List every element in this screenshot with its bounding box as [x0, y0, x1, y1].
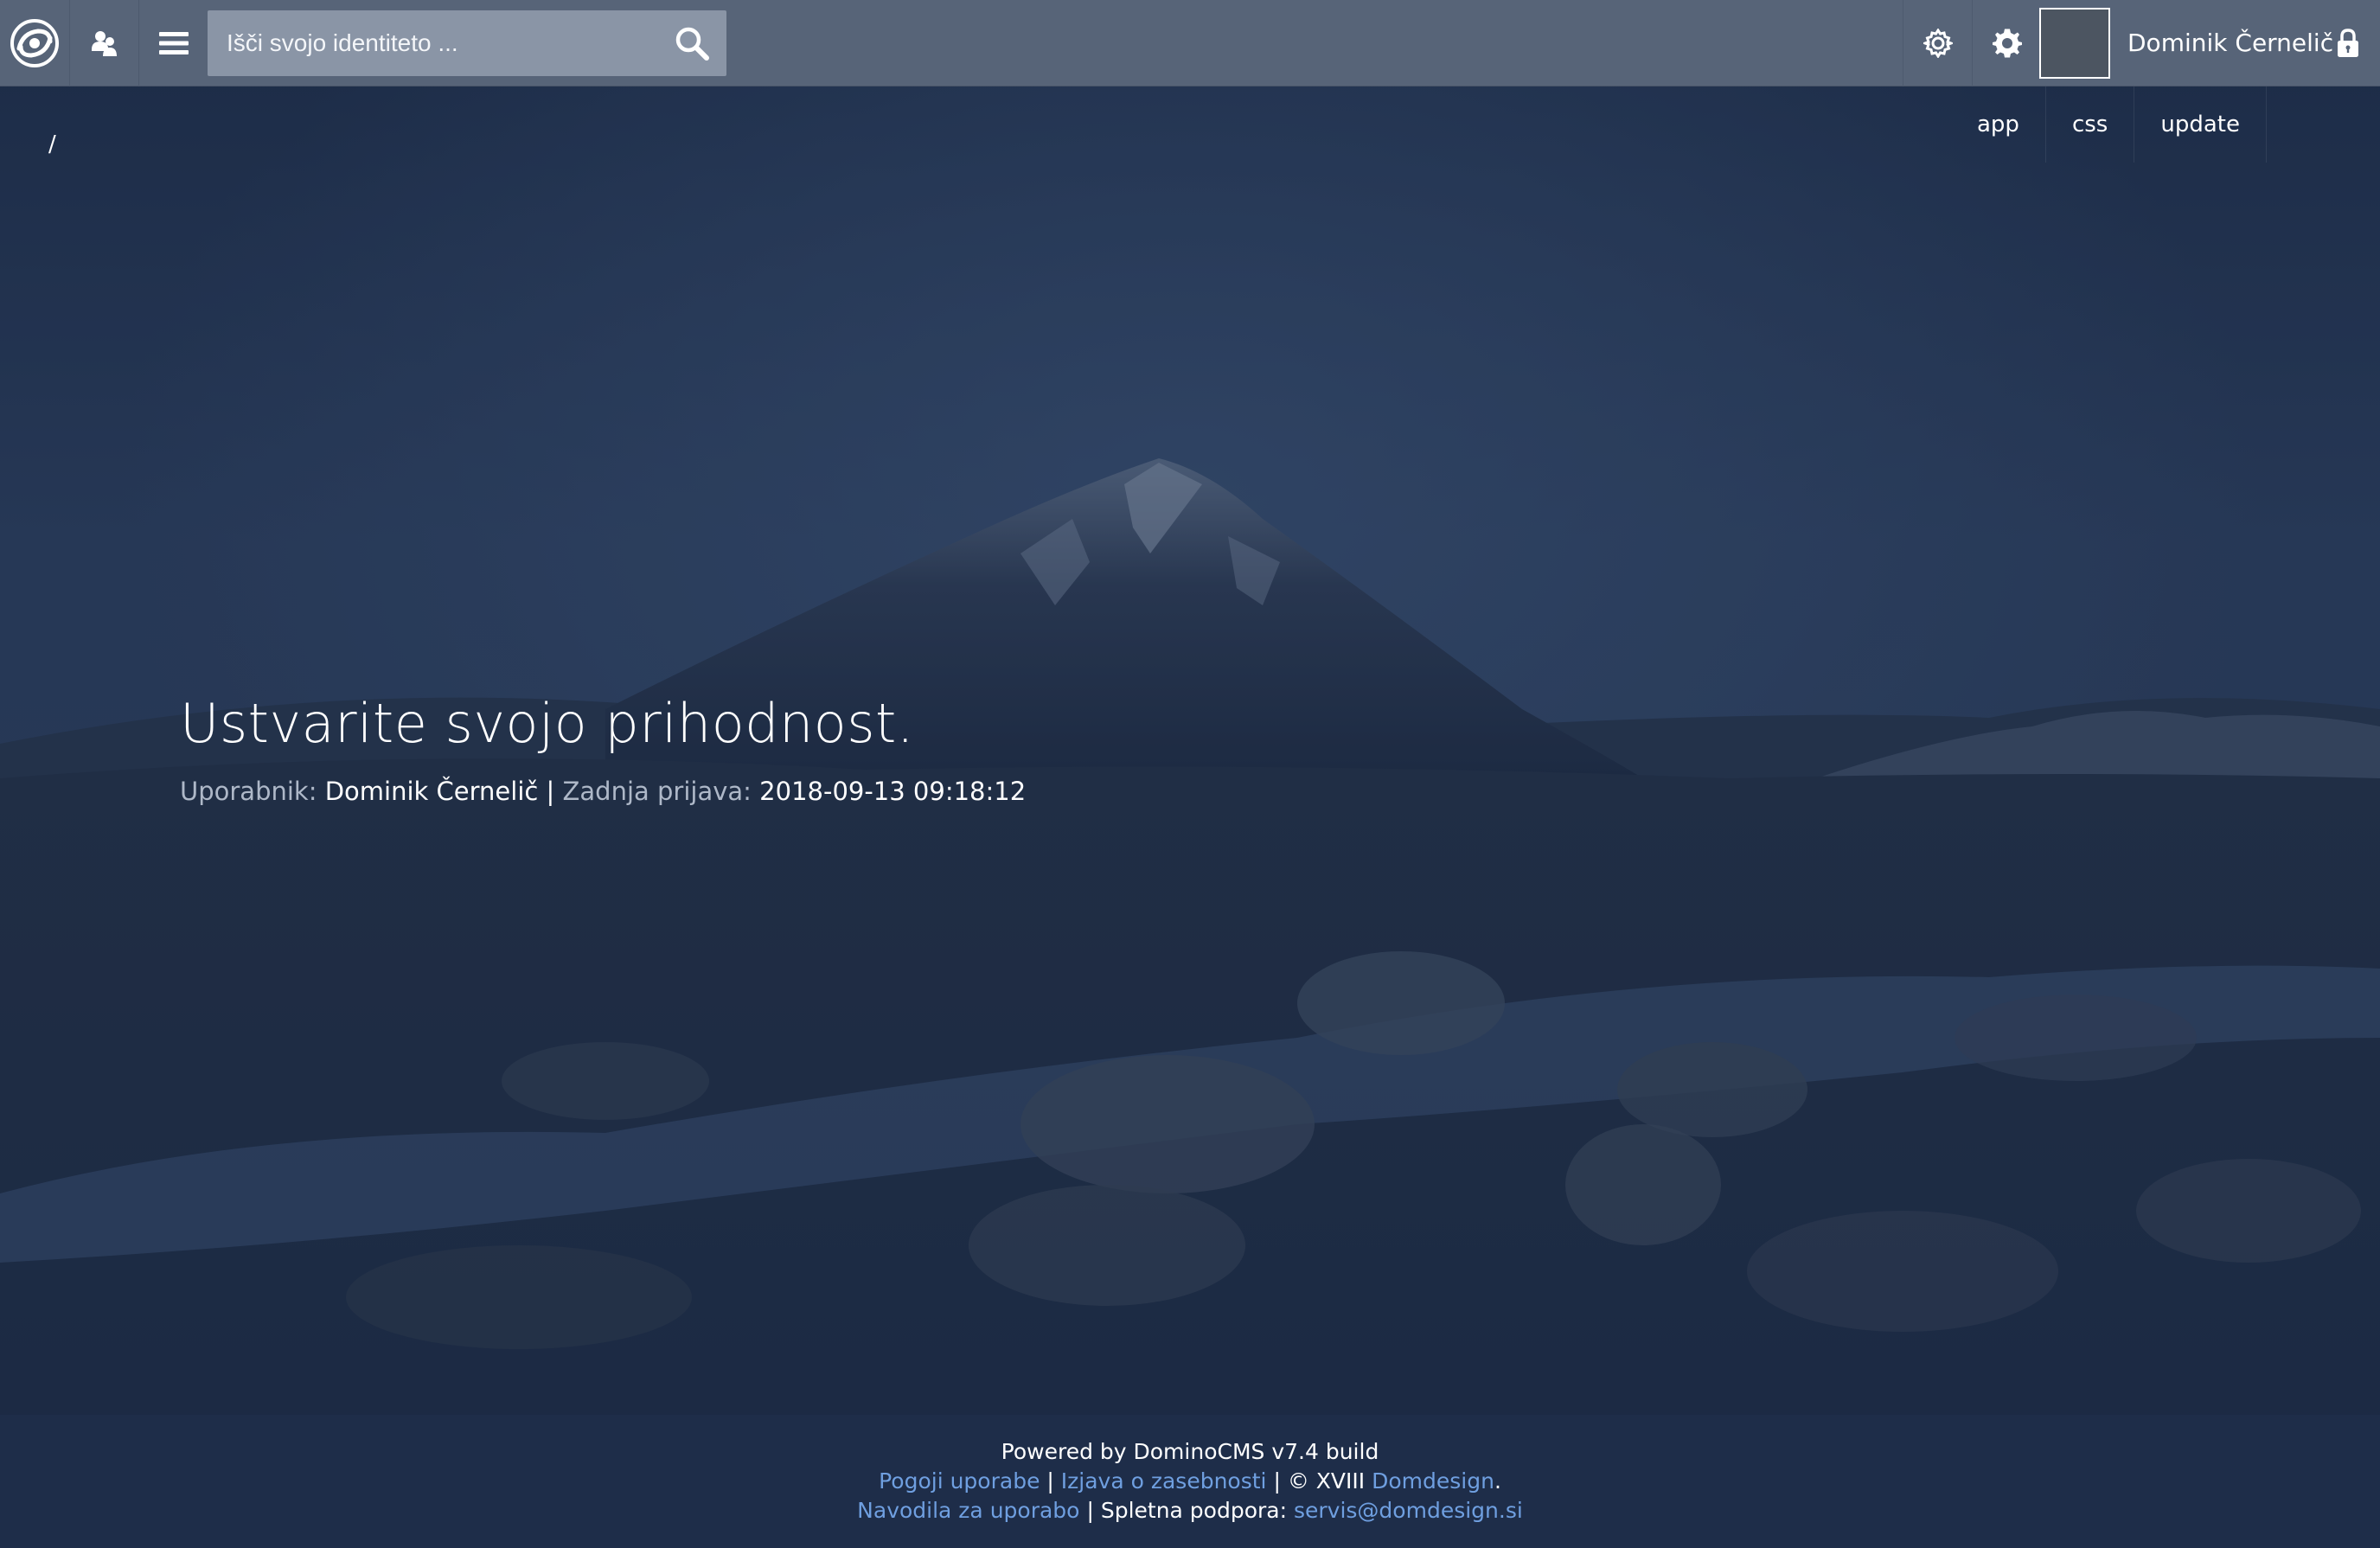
- search-icon: [675, 27, 709, 61]
- sub-nav: app css update: [1951, 86, 2267, 163]
- search-button[interactable]: [657, 10, 726, 76]
- subnav-item-app[interactable]: app: [1951, 86, 2046, 163]
- lock-icon: [2338, 29, 2358, 57]
- support-label: Spletna podpora:: [1100, 1498, 1288, 1523]
- footer-copyright: © XVIII: [1287, 1468, 1366, 1494]
- user-label: Uporabnik:: [180, 777, 317, 806]
- logout-button[interactable]: [2326, 0, 2370, 86]
- avatar[interactable]: [2039, 8, 2110, 79]
- background-landscape: [0, 0, 2380, 1548]
- settings-cog-icon: [1992, 29, 2022, 58]
- support-email-link[interactable]: servis@domdesign.si: [1294, 1498, 1523, 1523]
- footer: Powered by DominoCMS v7.4 build Pogoji u…: [0, 1415, 2380, 1548]
- users-icon: [91, 31, 117, 56]
- swirl-logo-icon: [10, 19, 59, 67]
- hero-title: Ustvarite svojo prihodnost.: [180, 692, 915, 755]
- breadcrumb[interactable]: /: [48, 131, 56, 157]
- subnav-item-update[interactable]: update: [2134, 86, 2267, 163]
- footer-links-line: Pogoji uporabe | Izjava o zasebnosti | ©…: [0, 1467, 2380, 1496]
- hamburger-menu-icon: [158, 32, 189, 54]
- settings-button[interactable]: [1972, 0, 2041, 86]
- last-login-value: 2018-09-13 09:18:12: [759, 777, 1027, 806]
- gear-icon: [1923, 29, 1953, 58]
- footer-period: .: [1494, 1468, 1501, 1494]
- user-value: Dominik Černelič: [324, 777, 539, 806]
- search-box: [208, 10, 726, 76]
- meta-separator: |: [546, 777, 555, 806]
- home-logo[interactable]: [0, 0, 69, 86]
- terms-link[interactable]: Pogoji uporabe: [879, 1468, 1040, 1494]
- footer-pipe: |: [1086, 1498, 1094, 1523]
- hero-meta: Uporabnik: Dominik Černelič | Zadnja pri…: [180, 777, 1026, 806]
- gear-button[interactable]: [1903, 0, 1972, 86]
- username-label[interactable]: Dominik Černelič: [2127, 0, 2333, 86]
- footer-powered-line: Powered by DominoCMS v7.4 build: [0, 1437, 2380, 1467]
- hamburger-menu-button[interactable]: [138, 0, 208, 86]
- footer-pipe: |: [1046, 1468, 1054, 1494]
- footer-pipe: |: [1273, 1468, 1281, 1494]
- last-login-label: Zadnja prijava:: [562, 777, 752, 806]
- privacy-link[interactable]: Izjava o zasebnosti: [1061, 1468, 1267, 1494]
- footer-powered: Powered by DominoCMS v7.4 build: [1001, 1439, 1379, 1464]
- company-link[interactable]: Domdesign: [1372, 1468, 1494, 1494]
- users-button[interactable]: [69, 0, 138, 86]
- manual-link[interactable]: Navodila za uporabo: [857, 1498, 1079, 1523]
- top-bar: Dominik Černelič: [0, 0, 2380, 86]
- footer-support-line: Navodila za uporabo | Spletna podpora: s…: [0, 1496, 2380, 1526]
- subnav-item-css[interactable]: css: [2046, 86, 2135, 163]
- search-input[interactable]: [208, 10, 657, 76]
